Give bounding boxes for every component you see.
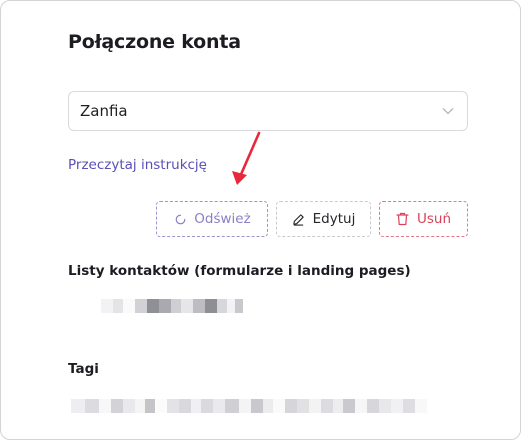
account-select[interactable]: Zanfia (68, 91, 468, 131)
refresh-icon (173, 212, 187, 226)
page-title: Połączone konta (68, 31, 241, 53)
chevron-down-icon (441, 104, 455, 118)
account-select-value: Zanfia (80, 102, 128, 120)
pencil-icon (292, 212, 306, 226)
edit-button-label: Edytuj (312, 211, 356, 227)
refresh-button[interactable]: Odśwież (156, 201, 268, 237)
delete-button-label: Usuń (416, 211, 452, 227)
redacted-contact-list (101, 299, 266, 313)
refresh-button-label: Odśwież (194, 211, 251, 227)
contact-lists-label: Listy kontaktów (formularze i landing pa… (68, 263, 411, 279)
connected-accounts-panel: Połączone konta Zanfia Przeczytaj instru… (0, 0, 521, 440)
trash-icon (396, 212, 410, 226)
edit-button[interactable]: Edytuj (276, 201, 371, 237)
red-arrow-icon (232, 131, 261, 185)
instructions-link[interactable]: Przeczytaj instrukcję (68, 157, 207, 173)
tags-label: Tagi (68, 361, 99, 377)
redacted-tags (71, 399, 451, 413)
delete-button[interactable]: Usuń (379, 201, 468, 237)
